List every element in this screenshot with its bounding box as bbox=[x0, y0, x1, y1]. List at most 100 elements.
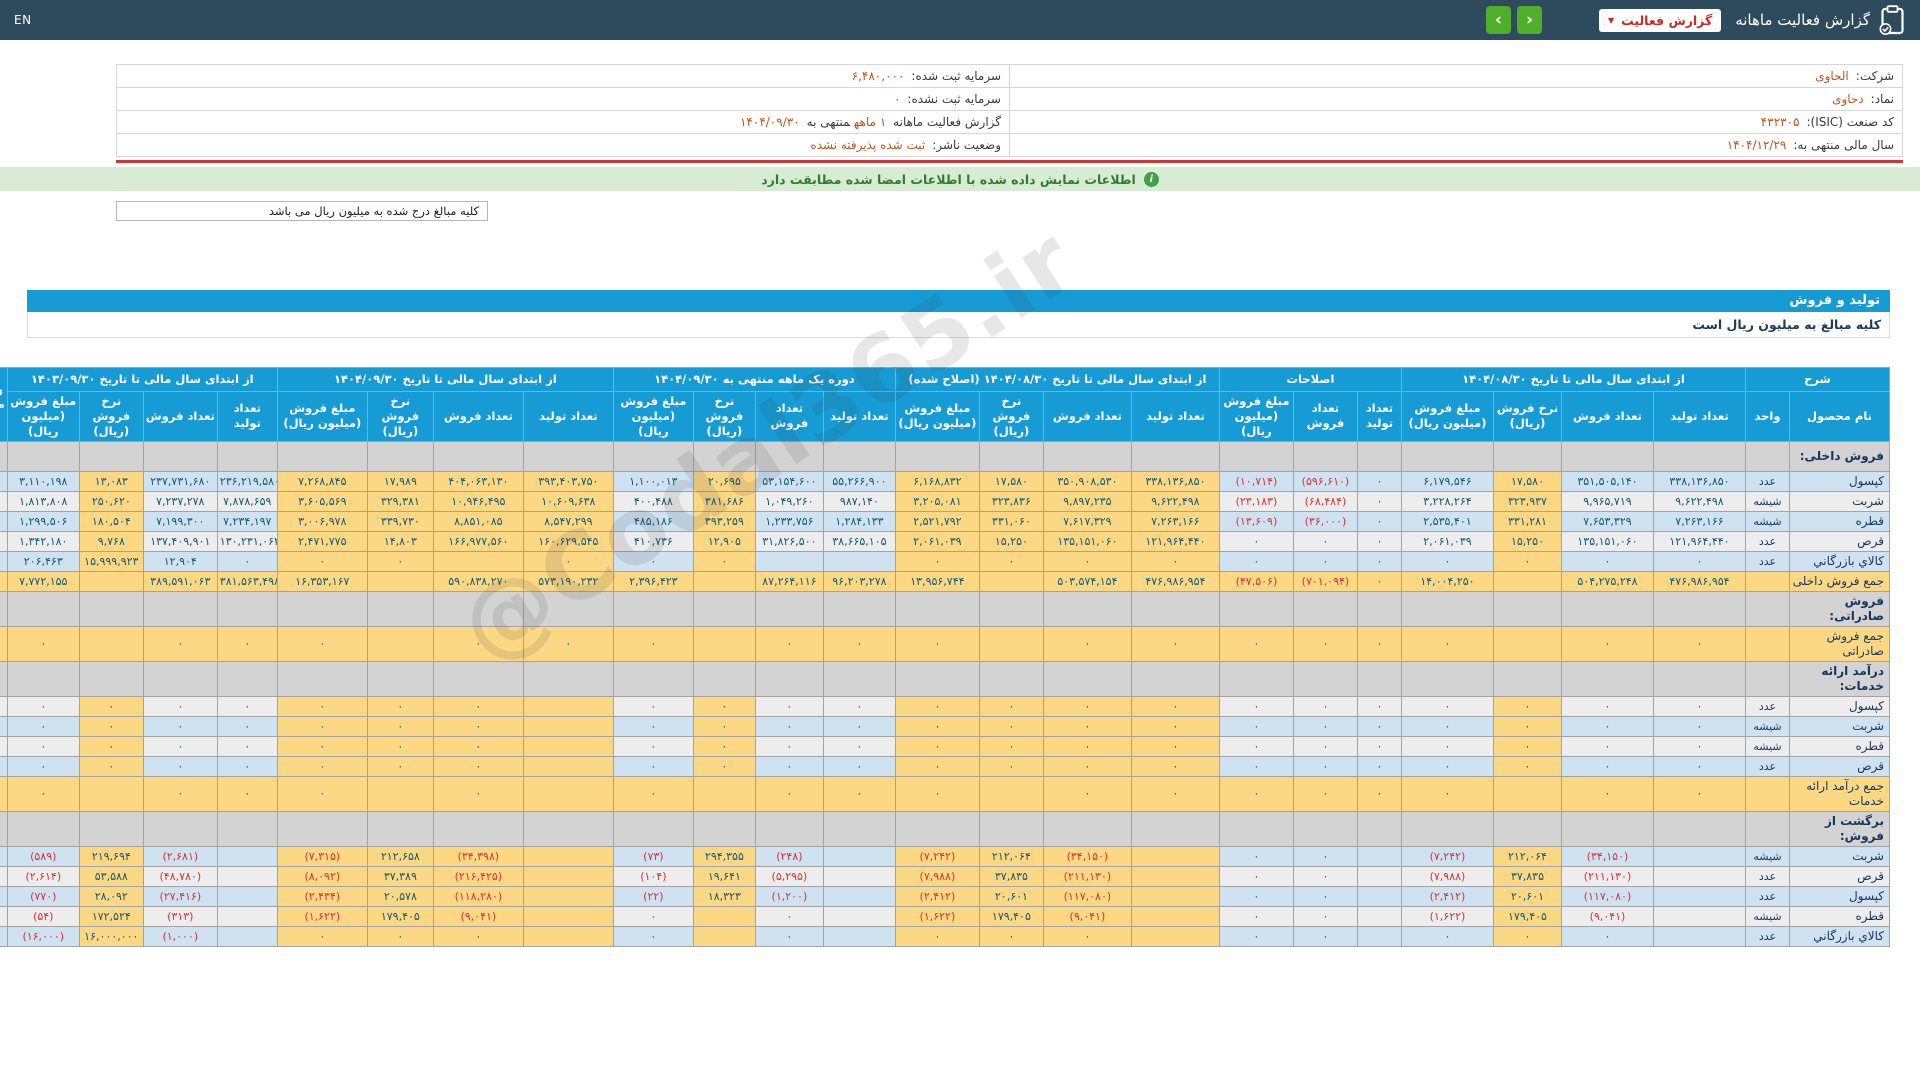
cell: ۰ bbox=[1652, 625, 1746, 662]
cell: کالاي بازرگاني bbox=[1789, 925, 1890, 947]
cell: ۰ bbox=[754, 625, 824, 662]
cell: عدد bbox=[1744, 695, 1791, 717]
report-type-dropdown[interactable]: گزارش فعالیت ▼ bbox=[1598, 8, 1722, 32]
cell: ۰ bbox=[1218, 695, 1294, 717]
next-report-button[interactable]: › bbox=[1485, 6, 1511, 34]
cell: (۲۱۱,۱۳۰) bbox=[1042, 865, 1132, 887]
cell bbox=[522, 905, 614, 927]
cell bbox=[432, 440, 524, 472]
cell: ۳,۶۰۵,۵۶۹ bbox=[276, 490, 368, 512]
cell bbox=[216, 885, 278, 907]
cell: تولید bbox=[0, 510, 8, 532]
cell: ۲۱۹,۶۹۴ bbox=[78, 845, 144, 867]
info-label: کد صنعت (ISIC): bbox=[1806, 115, 1894, 129]
cell: ۱۵,۲۵۰ bbox=[1492, 530, 1562, 552]
column-group-header: دوره یک ماهه منتهی به ۱۴۰۴/۰۹/۳۰ bbox=[612, 367, 896, 392]
section-header-row: فروش صادراتی: bbox=[0, 590, 1890, 627]
info-value: ۱۴۰۴/۱۲/۲۹ bbox=[1726, 138, 1787, 152]
cell: ۶,۱۷۹,۵۴۶ bbox=[1400, 470, 1494, 492]
cell: ۰ bbox=[522, 625, 614, 662]
cell: ۰ bbox=[754, 905, 824, 927]
column-header: مبلغ فروش (میلیون ریال) bbox=[612, 391, 694, 442]
cell: ۰ bbox=[612, 905, 694, 927]
company-info-cell: سرمایه ثبت نشده: ۰ bbox=[116, 87, 1010, 111]
info-value: ثبت شده پذیرفته نشده bbox=[810, 138, 926, 152]
cell: ۰ bbox=[1130, 755, 1220, 777]
cell bbox=[754, 660, 824, 697]
cell bbox=[1744, 810, 1791, 847]
cell: شیشه bbox=[1744, 905, 1791, 927]
column-header: نرخ فروش (ریال) bbox=[78, 391, 144, 442]
cell bbox=[1652, 885, 1746, 907]
cell bbox=[1560, 810, 1654, 847]
product-row: شربتشیشه۰۰۰۰۰۰۰۰۰۰۰۰۰۰۰۰۰۰۰۰۰۰تولید bbox=[0, 715, 1890, 737]
cell: (۲,۶۸۱) bbox=[142, 845, 218, 867]
cell: ۳۷,۸۳۵ bbox=[978, 865, 1044, 887]
cell bbox=[1492, 775, 1562, 812]
cell: ۰ bbox=[894, 755, 980, 777]
cell bbox=[1652, 925, 1746, 947]
cell bbox=[1652, 865, 1746, 887]
cell bbox=[522, 865, 614, 887]
cell: ۰ bbox=[894, 550, 980, 572]
cell bbox=[522, 715, 614, 737]
company-info-cell: شرکت: الحاوی bbox=[1009, 64, 1903, 88]
cell: (۹,۰۴۱) bbox=[432, 905, 524, 927]
cell: (۵۴) bbox=[6, 905, 80, 927]
cell bbox=[978, 625, 1044, 662]
cell bbox=[78, 810, 144, 847]
cell: ۵۷۳,۱۹۰,۲۳۲ bbox=[522, 570, 614, 592]
cell: ۰ bbox=[1292, 755, 1358, 777]
cell: ۳,۲۲۸,۲۶۴ bbox=[1400, 490, 1494, 512]
cell: ۰ bbox=[1492, 735, 1562, 757]
cell: (۳۴,۱۵۰) bbox=[1560, 845, 1654, 867]
cell: (۱,۶۲۲) bbox=[276, 905, 368, 927]
cell bbox=[1130, 925, 1220, 947]
cell: ۰ bbox=[366, 735, 434, 757]
cell bbox=[1218, 590, 1294, 627]
cell: ۰ bbox=[1356, 470, 1402, 492]
cell: ۱۷۹,۴۰۵ bbox=[1492, 905, 1562, 927]
cell: ۲۵۰,۶۲۰ bbox=[78, 490, 144, 512]
company-info-row: سال مالی منتهی به: ۱۴۰۴/۱۲/۲۹ وضعیت ناشر: ث… bbox=[116, 133, 1903, 157]
column-header: تعداد فروش bbox=[1042, 391, 1132, 442]
cell bbox=[978, 660, 1044, 697]
info-value: ۰ bbox=[893, 92, 901, 106]
cell: عدد bbox=[1744, 550, 1791, 572]
cell bbox=[366, 775, 434, 812]
cell: ۰ bbox=[894, 625, 980, 662]
product-row: قطره شیشه (۹,۰۴۱) ۱۷۹,۴۰۵ (۱,۶۲۲) ۰ ۰ (۹,۰۴۱) ۱۷… bbox=[0, 905, 1890, 927]
cell: ۰ bbox=[1560, 550, 1654, 572]
cell: ۳۳۱,۰۶۰ bbox=[978, 510, 1044, 532]
cell: ۲۰,۵۷۸ bbox=[366, 885, 434, 907]
cell: ۰ bbox=[612, 550, 694, 572]
column-header: مبلغ فروش (میلیون ریال) bbox=[276, 391, 368, 442]
cell bbox=[216, 925, 278, 947]
cell: ۰ bbox=[216, 695, 278, 717]
cell: ۰ bbox=[6, 755, 80, 777]
cell: ۱۳۰,۲۳۱,۰۶۲ bbox=[216, 530, 278, 552]
cell: ۰ bbox=[978, 925, 1044, 947]
cell bbox=[0, 440, 8, 472]
cell bbox=[894, 440, 980, 472]
language-toggle[interactable]: EN bbox=[14, 13, 32, 27]
cell: ۱۵,۲۵۰ bbox=[978, 530, 1044, 552]
cell bbox=[1492, 660, 1562, 697]
cell: ۰ bbox=[1652, 735, 1746, 757]
cell: ۰ bbox=[366, 695, 434, 717]
prev-report-button[interactable]: ‹ bbox=[1516, 6, 1542, 34]
cell: (۲۱۶,۴۲۵) bbox=[432, 865, 524, 887]
column-group-header: از ابتدای سال مالی تا تاریخ ۱۴۰۴/۰۸/۳۰ (… bbox=[894, 367, 1220, 392]
cell bbox=[522, 755, 614, 777]
cell: ۰ bbox=[1292, 925, 1358, 947]
cell: ۰ bbox=[1130, 735, 1220, 757]
cell: عدد bbox=[1744, 865, 1791, 887]
product-row: قرص عدد ۱۲۱,۹۶۴,۴۴۰ ۱۳۵,۱۵۱,۰۶۰ ۱۵,۲۵۰ ۲,۰۶۱,… bbox=[0, 530, 1890, 552]
column-group-header: از ابتدای سال مالی تا تاریخ ۱۴۰۴/۰۹/۳۰ bbox=[276, 367, 614, 392]
cell: (۲,۴۱۲) bbox=[1400, 885, 1494, 907]
cell: (۱,۶۲۲) bbox=[1400, 905, 1494, 927]
cell: ۰ bbox=[612, 695, 694, 717]
cell: فروش داخلی: bbox=[1789, 440, 1890, 472]
cell: ۰ bbox=[1042, 695, 1132, 717]
cell bbox=[432, 810, 524, 847]
